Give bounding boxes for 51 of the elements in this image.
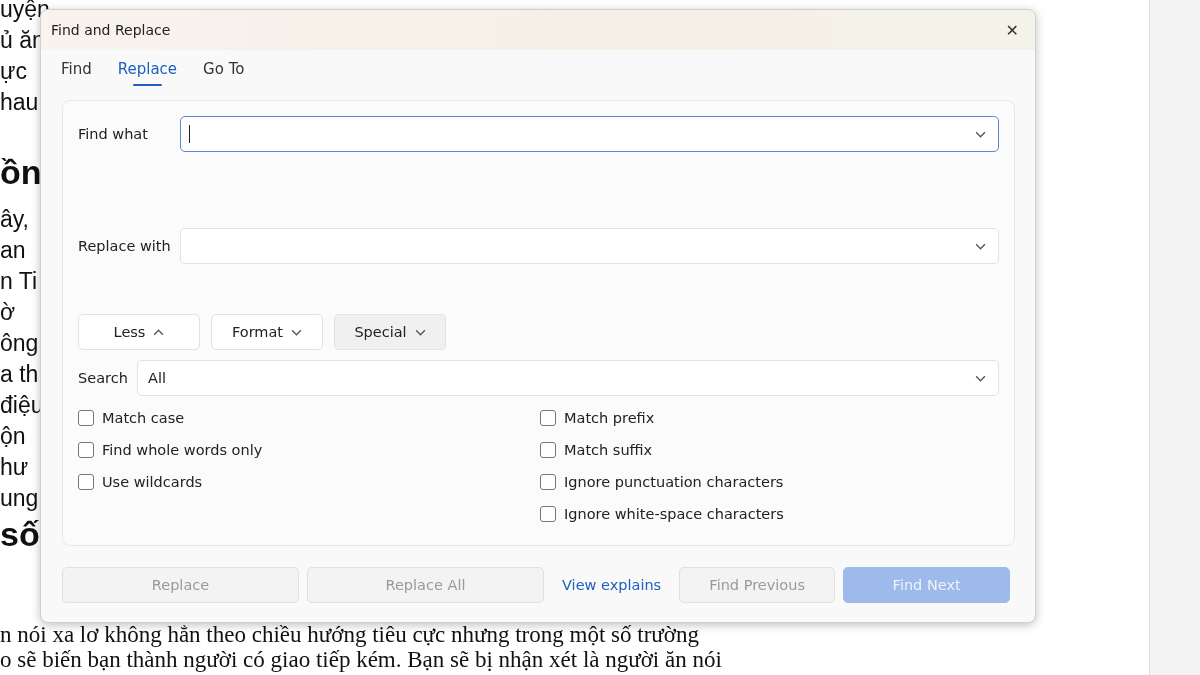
checkbox-label: Match suffix [564,442,653,458]
checkbox-label: Match case [102,410,185,426]
checkbox-label: Ignore white-space characters [564,506,784,522]
tab[interactable]: Find [61,58,92,86]
field-label: Search [78,370,129,386]
document-text: ộn [0,422,26,451]
tab[interactable]: Replace [117,58,178,86]
document-text: a th [0,360,39,389]
checkbox[interactable] [540,474,556,490]
checkbox[interactable] [540,442,556,458]
document-text: ông [0,329,39,358]
option-button[interactable]: Format [211,314,323,350]
document-heading: số [0,514,40,554]
document-text: n Ti [0,267,38,296]
tab[interactable]: Go To [203,58,245,86]
option-button[interactable]: Less [78,314,200,350]
checkbox[interactable] [78,410,94,426]
document-text: an [0,236,26,265]
option-button[interactable]: Special [334,314,446,350]
search-dropdown[interactable]: All [137,360,999,396]
checkbox-label: Use wildcards [102,474,203,490]
document-text: ực [0,57,27,86]
document-text: hau [0,88,39,117]
checkbox-label: Ignore punctuation characters [564,474,784,490]
field-label: Find what [78,126,149,142]
checkbox-label: Find whole words only [102,442,263,458]
field-label: Replace with [78,238,172,254]
document-text: hư [0,453,29,482]
close-button[interactable]: ✕ [999,16,1025,44]
document-text: o sẽ biến bạn thành người có giao tiếp kém. Bạn sẽ bị nhận xét là người ăn nói [0,647,722,672]
window-title: Find and Replace [51,22,171,38]
text-cursor [189,125,190,143]
checkbox[interactable] [78,442,94,458]
document-text: ờ [0,298,16,327]
view-explains-link[interactable]: View explains [552,577,672,593]
document-heading: ồn [0,152,42,192]
replace-with-field[interactable] [180,228,999,264]
document-text: ung [0,484,39,513]
chevron-icon [291,328,303,336]
document-text: n nói xa lơ không hẳn theo chiều hướng tiêu cực nhưng trong một số trường [0,622,700,647]
chevron-icon [153,328,165,336]
document-text: ây, [0,205,29,234]
checkbox[interactable] [540,410,556,426]
find-what-field[interactable] [180,116,999,152]
chevron-icon [414,328,426,336]
checkbox[interactable] [540,506,556,522]
dropdown-chevron-icon [975,374,986,382]
dropdown-chevron-icon [975,242,986,250]
checkbox[interactable] [78,474,94,490]
checkbox-label: Match prefix [564,410,655,426]
dropdown-chevron-icon [975,130,986,138]
